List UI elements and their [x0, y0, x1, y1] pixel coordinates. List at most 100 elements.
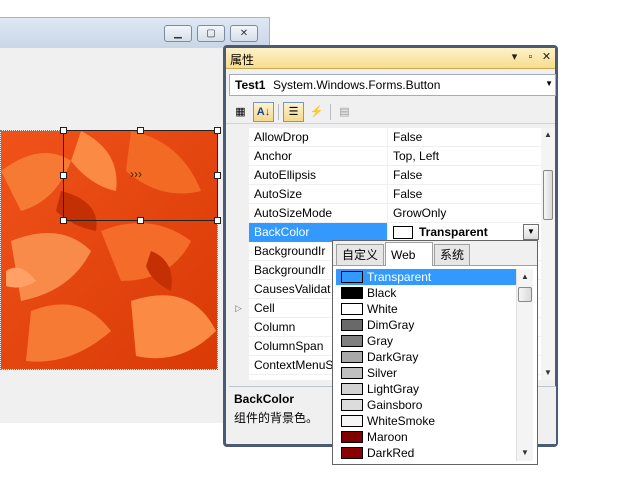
categorized-icon: ▦: [235, 106, 246, 118]
property-row[interactable]: AutoEllipsis False: [229, 166, 541, 185]
color-name: Gainsboro: [367, 398, 423, 412]
color-list-scrollbar[interactable]: ▲ ▼: [516, 269, 533, 461]
color-swatch: [341, 319, 363, 331]
color-name: White: [367, 302, 398, 316]
scroll-down-icon[interactable]: ▼: [541, 366, 555, 380]
property-pages-button[interactable]: ▤: [334, 102, 355, 122]
color-item[interactable]: DarkRed: [336, 445, 516, 461]
color-name: DarkRed: [367, 446, 415, 460]
color-item[interactable]: WhiteSmoke: [336, 413, 516, 429]
color-swatch: [341, 367, 363, 379]
resize-handle[interactable]: [60, 127, 67, 134]
color-item[interactable]: Black: [336, 285, 516, 301]
property-row[interactable]: AutoSize False: [229, 185, 541, 204]
color-swatch: [341, 351, 363, 363]
color-item[interactable]: White: [336, 301, 516, 317]
property-grid-scrollbar[interactable]: ▲ ▼: [541, 128, 555, 380]
designer-title-bar: ▁ ▢ ✕: [0, 18, 269, 48]
color-swatch: [341, 399, 363, 411]
resize-handle[interactable]: [214, 127, 221, 134]
color-swatch: [393, 226, 413, 239]
scroll-thumb[interactable]: [543, 170, 553, 220]
property-pages-icon: ▤: [339, 106, 350, 118]
color-name: WhiteSmoke: [367, 414, 436, 428]
close-icon[interactable]: ✕: [540, 51, 553, 64]
properties-button[interactable]: ☰: [283, 102, 304, 122]
tab-system[interactable]: 系统: [434, 244, 471, 265]
color-swatch: [341, 303, 363, 315]
color-item[interactable]: Transparent: [336, 269, 516, 285]
color-item[interactable]: Maroon: [336, 429, 516, 445]
color-tabs: 自定义 Web 系统: [333, 241, 537, 266]
scroll-up-icon[interactable]: ▲: [541, 128, 555, 142]
maximize-icon: ▢: [206, 28, 216, 39]
maximize-button[interactable]: ▢: [197, 25, 225, 42]
properties-toolbar: ▦ A↓ ☰ ⚡ ▤: [226, 100, 555, 124]
tab-web[interactable]: Web: [385, 242, 433, 266]
color-name: Transparent: [367, 270, 432, 284]
toolbar-separator: [278, 104, 279, 120]
description-title: BackColor: [234, 392, 295, 406]
close-icon: ✕: [239, 28, 249, 39]
smart-tag-icon[interactable]: ›››: [130, 167, 150, 181]
property-value: Transparent: [419, 225, 488, 239]
property-name: AutoSize: [249, 185, 388, 204]
resize-handle[interactable]: [60, 217, 67, 224]
color-swatch: [341, 287, 363, 299]
property-value[interactable]: Top, Left: [389, 147, 541, 166]
color-swatch: [341, 271, 363, 283]
object-name: Test1: [235, 78, 266, 92]
color-name: DimGray: [367, 318, 415, 332]
color-name: DarkGray: [367, 350, 419, 364]
property-value[interactable]: False: [389, 166, 541, 185]
color-item[interactable]: Gainsboro: [336, 397, 516, 413]
resize-handle[interactable]: [214, 217, 221, 224]
maximize-icon[interactable]: ▫: [524, 51, 537, 64]
description-text: 组件的背景色。: [234, 411, 319, 425]
color-name: Maroon: [367, 430, 408, 444]
color-swatch: [341, 383, 363, 395]
color-swatch: [341, 335, 363, 347]
properties-icon: ☰: [288, 106, 299, 118]
close-button[interactable]: ✕: [230, 25, 258, 42]
color-swatch: [341, 431, 363, 443]
tab-custom[interactable]: 自定义: [336, 244, 385, 265]
property-name: AutoSizeMode: [249, 204, 388, 223]
scroll-thumb[interactable]: [518, 287, 532, 302]
resize-handle[interactable]: [60, 172, 67, 179]
resize-handle[interactable]: [137, 217, 144, 224]
lightning-icon: ⚡: [309, 106, 324, 118]
expand-triangle-icon[interactable]: ▷: [235, 303, 242, 314]
events-button[interactable]: ⚡: [306, 102, 327, 122]
property-value[interactable]: False: [389, 128, 541, 147]
dropdown-icon[interactable]: ▾: [508, 51, 521, 64]
property-name: Anchor: [249, 147, 388, 166]
color-item[interactable]: Silver: [336, 365, 516, 381]
alphabetical-button[interactable]: A↓: [253, 102, 274, 122]
scroll-up-icon[interactable]: ▲: [517, 269, 533, 285]
toolbar-separator: [330, 104, 331, 120]
property-value[interactable]: GrowOnly: [389, 204, 541, 223]
property-row[interactable]: Anchor Top, Left: [229, 147, 541, 166]
chevron-down-icon: ▼: [527, 227, 535, 236]
dropdown-button[interactable]: ▼: [523, 224, 539, 240]
property-row[interactable]: AutoSizeMode GrowOnly: [229, 204, 541, 223]
color-item[interactable]: DimGray: [336, 317, 516, 333]
color-swatch: [341, 447, 363, 459]
property-row[interactable]: AllowDrop False: [229, 128, 541, 147]
minimize-button[interactable]: ▁: [164, 25, 192, 42]
categorized-button[interactable]: ▦: [230, 102, 251, 122]
color-name: Gray: [367, 334, 394, 348]
property-value[interactable]: False: [389, 185, 541, 204]
color-item[interactable]: DarkGray: [336, 349, 516, 365]
resize-handle[interactable]: [214, 172, 221, 179]
color-name: Silver: [367, 366, 398, 380]
color-item[interactable]: LightGray: [336, 381, 516, 397]
color-name: LightGray: [367, 382, 420, 396]
properties-title-bar: 属性 ▾ ▫ ✕: [226, 48, 555, 69]
resize-handle[interactable]: [137, 127, 144, 134]
color-item[interactable]: Gray: [336, 333, 516, 349]
object-selector[interactable]: Test1 System.Windows.Forms.Button ▼: [229, 74, 556, 96]
scroll-down-icon[interactable]: ▼: [517, 445, 533, 461]
properties-title: 属性: [230, 53, 255, 67]
